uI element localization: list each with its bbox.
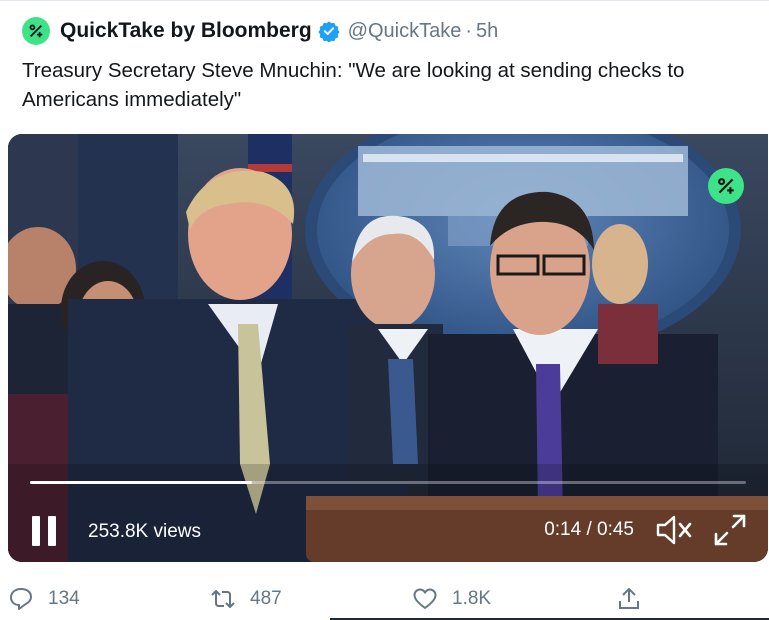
video-frame [8, 134, 768, 562]
tweet-header: QuickTake by Bloomberg @QuickTake · 5h [22, 14, 498, 48]
tweet-text: Treasury Secretary Steve Mnuchin: "We ar… [22, 59, 685, 111]
pause-button[interactable] [32, 516, 56, 546]
view-count: 253.8K views [88, 521, 202, 542]
pause-icon [32, 516, 40, 546]
tweet-timestamp[interactable]: 5h [476, 20, 498, 43]
retweet-icon [211, 590, 235, 608]
video-progress-bar[interactable] [30, 481, 746, 484]
pause-icon-bar [48, 516, 56, 546]
reply-button[interactable]: 134 [8, 586, 80, 612]
video-player[interactable]: 253.8K views 0:14 / 0:45 [8, 134, 768, 562]
percent-icon [718, 178, 734, 194]
retweet-count: 487 [250, 588, 282, 609]
video-timecode: 0:14 / 0:45 [544, 519, 634, 540]
tweet-action-bar: 134 487 1.8K [0, 580, 769, 620]
share-icon [619, 588, 639, 609]
quicktake-watermark-icon [708, 168, 744, 204]
tweet-card: QuickTake by Bloomberg @QuickTake · 5h T… [0, 0, 769, 620]
video-progress-fill [30, 481, 252, 484]
percent-icon [29, 24, 43, 38]
fullscreen-icon[interactable] [712, 512, 748, 548]
reply-icon [10, 588, 32, 610]
like-count: 1.8K [452, 588, 492, 609]
quicktake-logo-icon[interactable] [22, 17, 50, 45]
top-divider [0, 0, 769, 1]
volume-muted-icon[interactable] [654, 512, 694, 548]
account-handle[interactable]: @QuickTake [348, 20, 462, 43]
like-button[interactable]: 1.8K [412, 586, 491, 612]
heart-icon [413, 588, 437, 609]
separator-dot: · [465, 19, 473, 42]
reply-count: 134 [48, 588, 80, 609]
share-button[interactable] [616, 586, 656, 612]
verified-badge-icon [318, 21, 340, 42]
retweet-button[interactable]: 487 [210, 586, 282, 612]
account-name[interactable]: QuickTake by Bloomberg [60, 19, 312, 43]
